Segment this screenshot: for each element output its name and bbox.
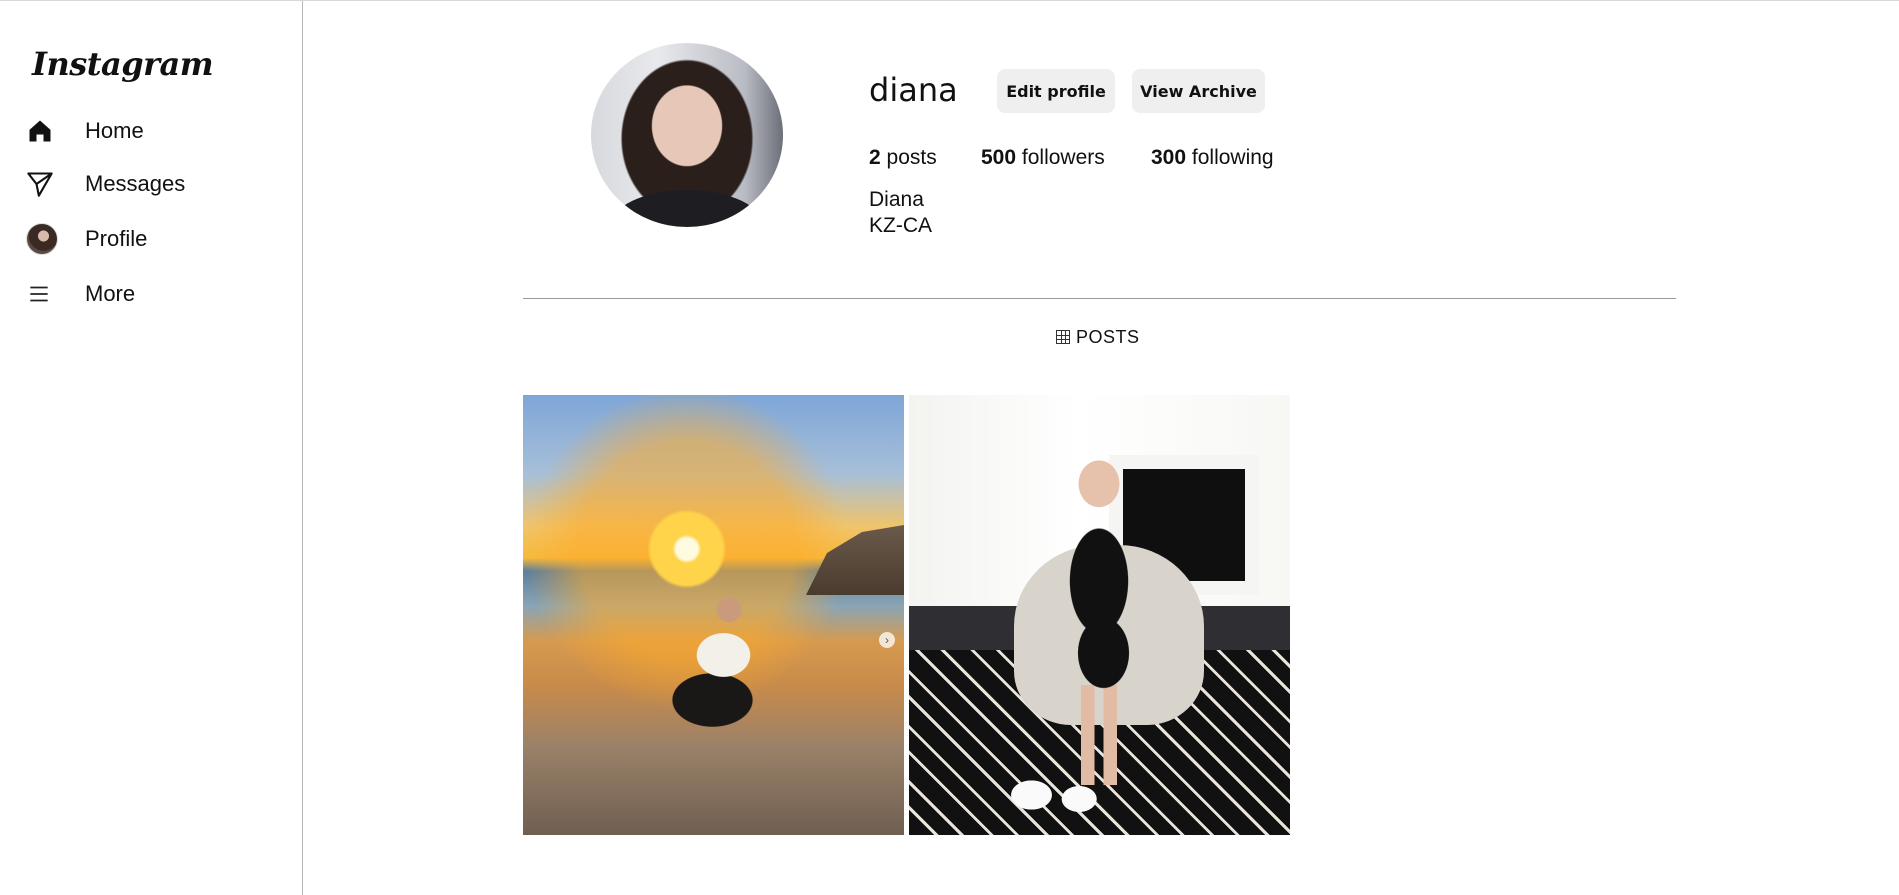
following-stat[interactable]: 300 following bbox=[1151, 146, 1274, 170]
sidebar-item-label: More bbox=[85, 281, 136, 306]
tab-posts-label: POSTS bbox=[1076, 326, 1140, 347]
section-divider bbox=[523, 298, 1676, 299]
post-living-room-chair[interactable] bbox=[909, 395, 1290, 835]
carousel-next-icon: › bbox=[879, 632, 895, 648]
avatar bbox=[26, 222, 60, 256]
posts-count-stat: 2 posts bbox=[869, 146, 937, 169]
edit-profile-button[interactable]: Edit profile bbox=[997, 69, 1115, 113]
profile-full-name: Diana bbox=[869, 188, 924, 211]
grid-icon bbox=[1056, 330, 1070, 344]
home-icon bbox=[26, 114, 60, 148]
sidebar-item-messages[interactable]: Messages bbox=[26, 164, 276, 204]
tab-posts[interactable]: POSTS bbox=[1056, 325, 1140, 349]
sidebar-item-label: Messages bbox=[85, 171, 186, 196]
send-icon bbox=[26, 167, 60, 201]
sidebar: Instagram Home Messages Profile More bbox=[0, 1, 303, 895]
instagram-logo[interactable]: Instagram bbox=[32, 45, 214, 83]
sidebar-item-label: Profile bbox=[85, 226, 148, 251]
view-archive-button[interactable]: View Archive bbox=[1132, 69, 1265, 113]
sidebar-item-more[interactable]: More bbox=[26, 274, 276, 314]
sidebar-item-home[interactable]: Home bbox=[26, 111, 276, 151]
menu-icon bbox=[26, 277, 60, 311]
profile-bio: KZ-CA bbox=[869, 214, 932, 237]
sidebar-item-profile[interactable]: Profile bbox=[26, 219, 276, 259]
profile-username: diana bbox=[869, 71, 958, 109]
followers-stat[interactable]: 500 followers bbox=[981, 146, 1105, 170]
profile-picture[interactable] bbox=[591, 43, 783, 227]
post-beach-sunset[interactable]: › bbox=[523, 395, 904, 835]
sidebar-item-label: Home bbox=[85, 118, 144, 143]
